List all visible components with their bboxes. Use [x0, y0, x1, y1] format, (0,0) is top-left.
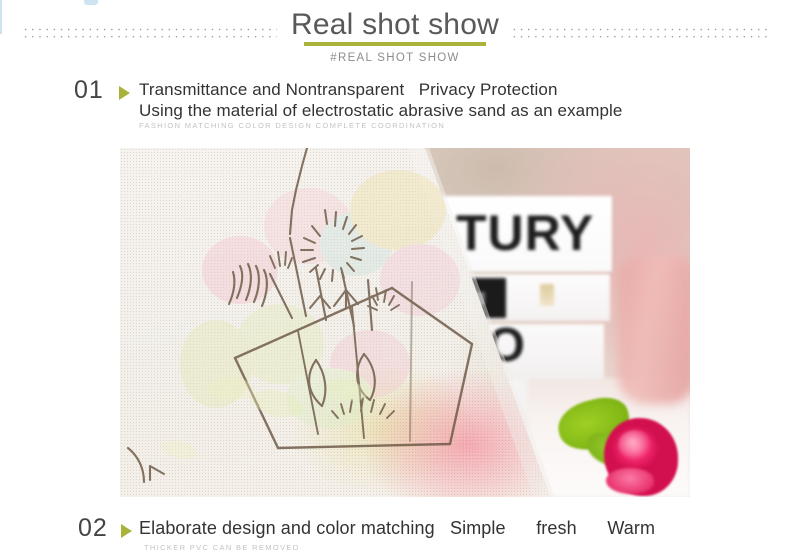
section-01-line-2: Using the material of electrostatic abra… [139, 101, 623, 120]
play-triangle-icon-01 [119, 86, 130, 100]
play-triangle-icon-02 [121, 524, 132, 538]
header-title-block: Real shot show #REAL SHOT SHOW [277, 8, 513, 64]
section-01-line-1: Transmittance and Nontransparent Privacy… [139, 80, 558, 99]
title-underline [303, 42, 486, 46]
page-header: Real shot show #REAL SHOT SHOW [0, 0, 790, 70]
page-title: Real shot show [291, 8, 499, 41]
section-02-line-1: Elaborate design and color matching Simp… [139, 518, 656, 538]
section-01-caption: FASHION MATCHING COLOR DESIGN COMPLETE C… [139, 121, 446, 130]
product-photo: TURY RO [120, 148, 690, 497]
botanical-line-art [126, 148, 474, 484]
section-01-number: 01 [74, 76, 104, 104]
page-subtitle: #REAL SHOT SHOW [330, 52, 460, 64]
section-02-number: 02 [78, 514, 108, 542]
section-02-caption: THICKER PVC CAN BE REMOVED [144, 543, 300, 552]
